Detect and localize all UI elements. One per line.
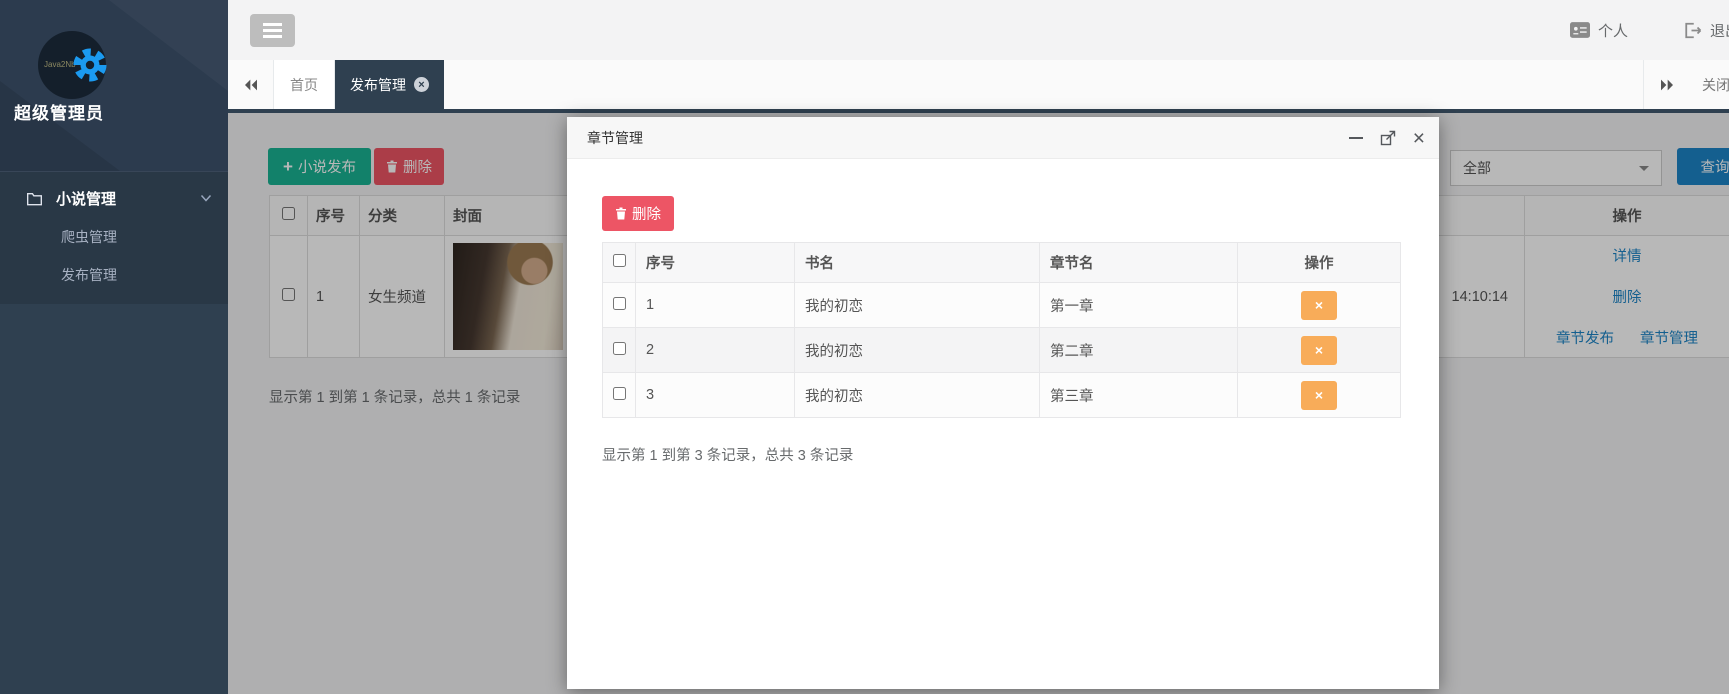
- minimize-icon[interactable]: [1349, 137, 1363, 139]
- tabbar: 首页 发布管理 × 关闭操作: [228, 60, 1729, 113]
- col-chapter: 章节名: [1040, 243, 1238, 283]
- sidebar: Java2Nb 超级管理员 小说管理: [0, 0, 228, 694]
- col-no: 序号: [636, 243, 795, 283]
- tab-home[interactable]: 首页: [274, 60, 335, 109]
- modal-header[interactable]: 章节管理 ×: [567, 117, 1439, 159]
- sign-out-icon: [1684, 22, 1702, 39]
- cell-book: 我的初恋: [795, 373, 1040, 418]
- maximize-icon[interactable]: [1380, 130, 1396, 146]
- tabbar-spacer: [444, 60, 1643, 109]
- app-root: Java2Nb 超级管理员 小说管理: [0, 0, 1729, 694]
- close-operations-menu[interactable]: 关闭操作: [1689, 60, 1729, 109]
- tab-publish-management[interactable]: 发布管理 ×: [335, 60, 444, 109]
- personal-label: 个人: [1598, 20, 1628, 41]
- personal-menu-item[interactable]: 个人: [1570, 20, 1628, 41]
- cell-book: 我的初恋: [795, 283, 1040, 328]
- modal-record-summary: 显示第 1 到第 3 条记录，总共 3 条记录: [602, 444, 1439, 465]
- cell-chapter: 第三章: [1040, 373, 1238, 418]
- chapter-management-modal: 章节管理 × 删除: [567, 117, 1439, 689]
- delete-chapter-button[interactable]: 删除: [602, 196, 674, 231]
- chapter-checkbox[interactable]: [613, 387, 626, 400]
- modal-title: 章节管理: [587, 117, 643, 159]
- sidebar-profile: Java2Nb 超级管理员: [0, 0, 228, 172]
- hamburger-icon: [263, 23, 282, 26]
- delete-chapter-row-button[interactable]: ×: [1301, 291, 1337, 320]
- user-name: 超级管理员: [14, 99, 104, 124]
- chapter-checkbox[interactable]: [613, 342, 626, 355]
- delete-chapter-row-button[interactable]: ×: [1301, 381, 1337, 410]
- tabs-scroll-left-button[interactable]: [228, 60, 274, 109]
- cell-no: 3: [636, 373, 795, 418]
- logout-label: 退出: [1710, 20, 1729, 41]
- tabs-scroll-right-button[interactable]: [1643, 60, 1689, 109]
- sidebar-toggle-button[interactable]: [250, 14, 295, 47]
- double-right-arrow-icon: [1659, 78, 1675, 92]
- tab-label: 发布管理: [350, 75, 406, 95]
- delete-chapter-row-button[interactable]: ×: [1301, 336, 1337, 365]
- tab-close-icon[interactable]: ×: [414, 77, 429, 92]
- double-left-arrow-icon: [243, 78, 259, 92]
- sidebar-item-label: 小说管理: [56, 188, 116, 209]
- avatar: Java2Nb: [38, 31, 106, 99]
- chapter-table-header-row: 序号 书名 章节名 操作: [603, 243, 1401, 283]
- topbar: 个人 退出: [228, 0, 1729, 60]
- cell-book: 我的初恋: [795, 328, 1040, 373]
- chevron-down-icon: [200, 194, 212, 203]
- close-icon[interactable]: ×: [1413, 128, 1425, 149]
- sidebar-item-novel-management[interactable]: 小说管理: [0, 178, 228, 218]
- col-operations: 操作: [1238, 243, 1401, 283]
- select-all-chapters-checkbox[interactable]: [613, 254, 626, 267]
- sidebar-item-publish-management[interactable]: 发布管理: [0, 256, 228, 294]
- logout-menu-item[interactable]: 退出: [1684, 20, 1729, 41]
- cell-no: 2: [636, 328, 795, 373]
- topbar-right: 个人 退出: [1570, 0, 1729, 60]
- modal-controls: ×: [1349, 117, 1425, 159]
- chapter-row: 1 我的初恋 第一章 ×: [603, 283, 1401, 328]
- sidebar-item-crawler-management[interactable]: 爬虫管理: [0, 218, 228, 256]
- folder-icon: [26, 191, 43, 206]
- id-card-icon: [1570, 22, 1590, 38]
- sidebar-menu: 小说管理 爬虫管理 发布管理: [0, 172, 228, 304]
- chapter-row: 2 我的初恋 第二章 ×: [603, 328, 1401, 373]
- col-book: 书名: [795, 243, 1040, 283]
- modal-body: 删除 序号 书名 章节名 操作 1: [567, 159, 1439, 465]
- chapter-table: 序号 书名 章节名 操作 1 我的初恋 第一章 ×: [602, 242, 1401, 418]
- chapter-row: 3 我的初恋 第三章 ×: [603, 373, 1401, 418]
- trash-icon: [615, 207, 627, 220]
- cell-chapter: 第一章: [1040, 283, 1238, 328]
- cell-chapter: 第二章: [1040, 328, 1238, 373]
- cell-no: 1: [636, 283, 795, 328]
- chapter-checkbox[interactable]: [613, 297, 626, 310]
- gear-icon: [71, 46, 109, 84]
